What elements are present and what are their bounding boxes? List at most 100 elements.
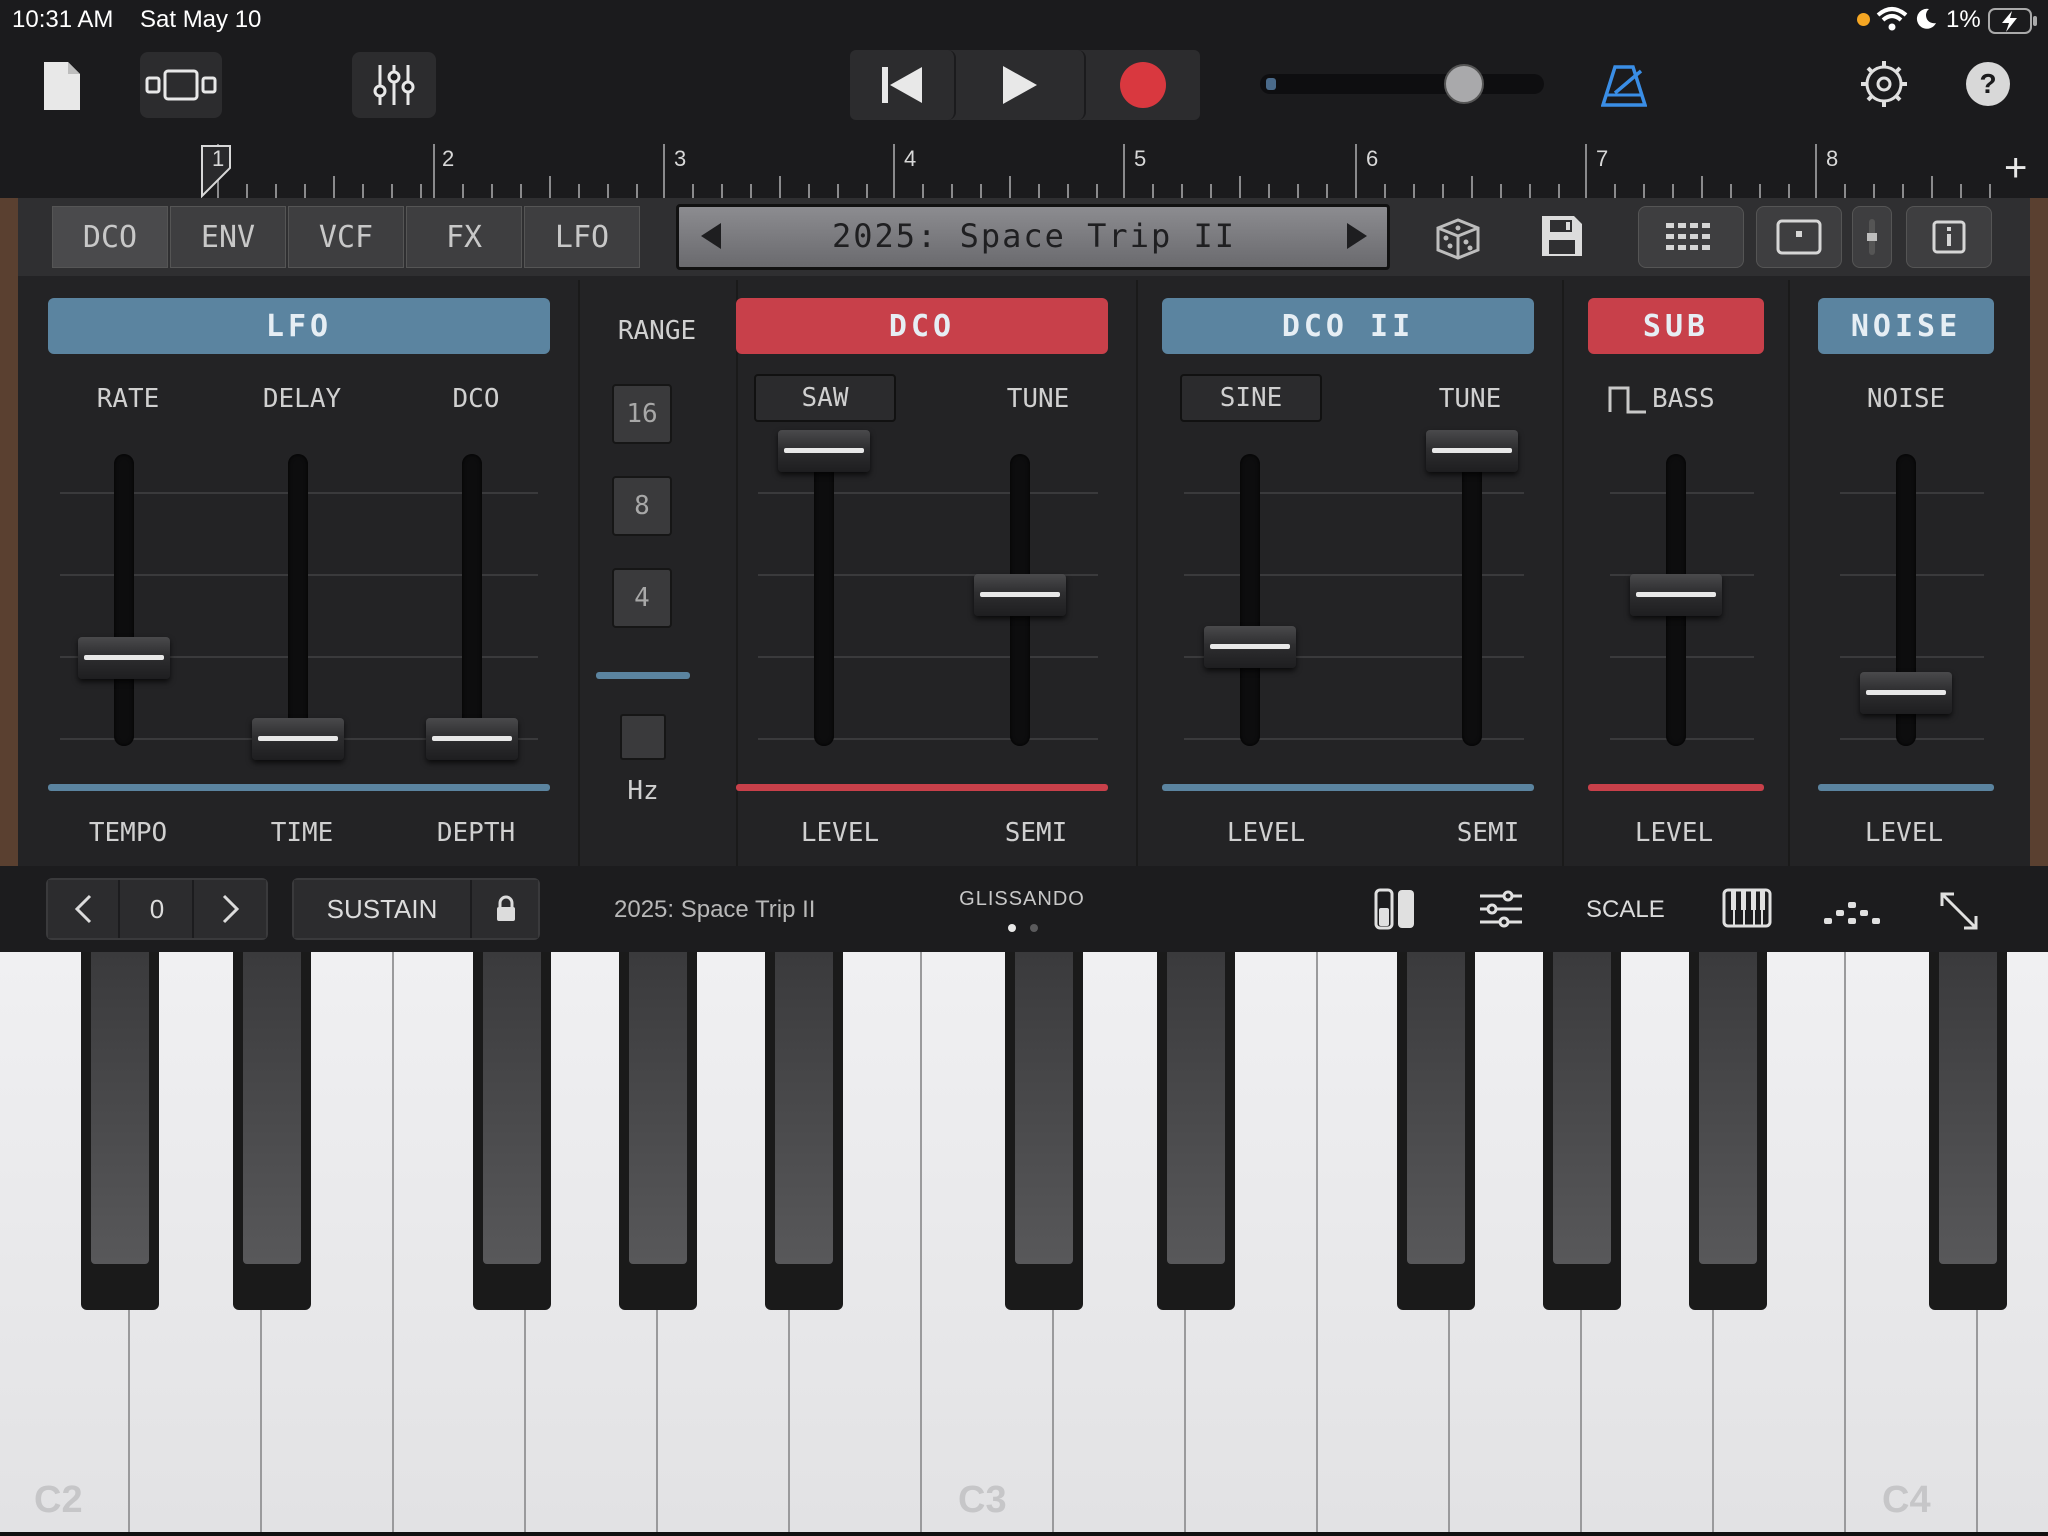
- key-label-c4: C4: [1882, 1479, 1931, 1521]
- view-toggle-icon[interactable]: [140, 52, 222, 118]
- dco2-semi-label: SEMI: [1456, 818, 1520, 848]
- slider-gridline: [758, 738, 1098, 740]
- dco2-level-slider-handle[interactable]: [1204, 625, 1296, 668]
- black-key-face: [243, 952, 301, 1264]
- black-key-face: [1553, 952, 1611, 1264]
- black-key[interactable]: [1689, 952, 1767, 1310]
- octave-up-icon[interactable]: [196, 880, 266, 938]
- lfo-tempo-label: TEMPO: [88, 818, 168, 848]
- lfo-delay-slider-handle[interactable]: [252, 718, 344, 760]
- ruler-ticks: [201, 144, 1991, 198]
- expand-icon[interactable]: [1938, 890, 1980, 937]
- dco2-level-slider-track[interactable]: [1240, 454, 1260, 746]
- glissando-label[interactable]: GLISSANDO: [950, 888, 1094, 911]
- synth-panel-body: DCO ENV VCF FX LFO 2025: Space Trip II L…: [18, 198, 2030, 866]
- noise-accent-line: [1818, 784, 1994, 791]
- mixer-icon[interactable]: [352, 52, 436, 118]
- page-dot: [1030, 924, 1038, 932]
- octave-down-icon[interactable]: [48, 880, 120, 938]
- document-icon[interactable]: [34, 54, 90, 118]
- dco2-tune-slider-handle[interactable]: [1426, 430, 1518, 472]
- lfo-depth-label: DEPTH: [436, 818, 516, 848]
- record-icon[interactable]: [1086, 50, 1200, 120]
- slider-gridline: [758, 492, 1098, 494]
- octave-value: 0: [122, 880, 194, 938]
- arpeggiator-settings-icon[interactable]: [1478, 890, 1524, 933]
- keyboard-control-bar: 0 SUSTAIN 2025: Space Trip II GLISSANDO …: [0, 866, 2048, 952]
- black-key[interactable]: [233, 952, 311, 1310]
- wifi-icon: [1876, 6, 1908, 37]
- lfo-dco-depth-slider-track[interactable]: [462, 454, 482, 746]
- bar-number: 1: [212, 146, 225, 171]
- black-key[interactable]: [1543, 952, 1621, 1310]
- help-icon-glyph: ?: [1979, 68, 1997, 99]
- lfo-delay-slider-track[interactable]: [288, 454, 308, 746]
- dco-semi-label: SEMI: [1004, 818, 1068, 848]
- volume-fill: [1266, 78, 1276, 90]
- current-preset-name: 2025: Space Trip II: [614, 896, 816, 923]
- dco2-tune-slider-track[interactable]: [1462, 454, 1482, 746]
- bar-number: 6: [1366, 146, 1379, 171]
- page-dot-active: [1008, 924, 1016, 932]
- battery-charging-icon: [1988, 8, 2038, 39]
- timeline-ruler[interactable]: 1 2 3 4 5 6 7 8 +: [0, 142, 2048, 198]
- split-view-icon[interactable]: [1374, 888, 1416, 935]
- black-key-face: [775, 952, 833, 1264]
- lfo-accent-line: [48, 784, 550, 791]
- bar-number: 4: [904, 146, 917, 171]
- rewind-icon[interactable]: [850, 50, 956, 120]
- noise-level-slider-handle[interactable]: [1860, 671, 1952, 714]
- black-key[interactable]: [1157, 952, 1235, 1310]
- black-key[interactable]: [81, 952, 159, 1310]
- black-key-face: [1015, 952, 1073, 1264]
- dco-level-slider-track[interactable]: [814, 454, 834, 746]
- lfo-rate-slider-handle[interactable]: [78, 637, 170, 680]
- black-key[interactable]: [765, 952, 843, 1310]
- black-key-face: [1699, 952, 1757, 1264]
- play-icon[interactable]: [956, 50, 1086, 120]
- status-bar: 10:31 AM Sat May 10 1%: [0, 0, 2048, 40]
- black-key[interactable]: [473, 952, 551, 1310]
- synth-panel: DCO ENV VCF FX LFO 2025: Space Trip II L…: [0, 198, 2048, 866]
- sustain-control: SUSTAIN: [292, 878, 540, 940]
- toolbar: ?: [0, 40, 2048, 142]
- black-key-face: [483, 952, 541, 1264]
- status-date: Sat May 10: [140, 6, 262, 33]
- bar-number: 7: [1596, 146, 1609, 171]
- volume-thumb[interactable]: [1444, 64, 1484, 104]
- black-key[interactable]: [619, 952, 697, 1310]
- lfo-time-label: TIME: [270, 818, 334, 848]
- keyboard-layout-icon[interactable]: [1722, 888, 1772, 933]
- black-key[interactable]: [1005, 952, 1083, 1310]
- arpeggio-dots-icon[interactable]: [1822, 894, 1882, 931]
- help-icon[interactable]: ?: [1966, 62, 2010, 106]
- scale-button[interactable]: SCALE: [1586, 896, 1665, 924]
- settings-icon[interactable]: [1856, 56, 1912, 112]
- dco-level-slider-handle[interactable]: [778, 430, 870, 472]
- black-key[interactable]: [1929, 952, 2007, 1310]
- dco2-level-label: LEVEL: [1226, 818, 1306, 848]
- recording-dot-icon: [1857, 13, 1870, 26]
- black-key-face: [1167, 952, 1225, 1264]
- key-label-c2: C2: [34, 1479, 83, 1521]
- volume-slider[interactable]: [1260, 64, 1544, 104]
- lfo-dco-depth-slider-handle[interactable]: [426, 718, 518, 760]
- black-key-face: [1407, 952, 1465, 1264]
- dco-tune-slider-handle[interactable]: [974, 574, 1066, 616]
- battery-percent: 1%: [1946, 6, 1981, 33]
- black-key[interactable]: [1397, 952, 1475, 1310]
- sustain-lock-icon[interactable]: [474, 880, 538, 938]
- transport-group: [850, 50, 1200, 120]
- sub-level-label: LEVEL: [1634, 818, 1714, 848]
- bar-number: 3: [674, 146, 687, 171]
- moon-icon: [1914, 7, 1938, 36]
- sub-accent-line: [1588, 784, 1764, 791]
- metronome-icon[interactable]: [1594, 56, 1654, 116]
- slider-gridline: [758, 656, 1098, 658]
- status-time: 10:31 AM: [12, 6, 114, 33]
- key-label-c3: C3: [958, 1479, 1007, 1521]
- sub-level-slider-handle[interactable]: [1630, 574, 1722, 616]
- lfo-rate-slider-track[interactable]: [114, 454, 134, 746]
- add-section-button[interactable]: +: [2004, 146, 2027, 191]
- sustain-button[interactable]: SUSTAIN: [294, 880, 472, 938]
